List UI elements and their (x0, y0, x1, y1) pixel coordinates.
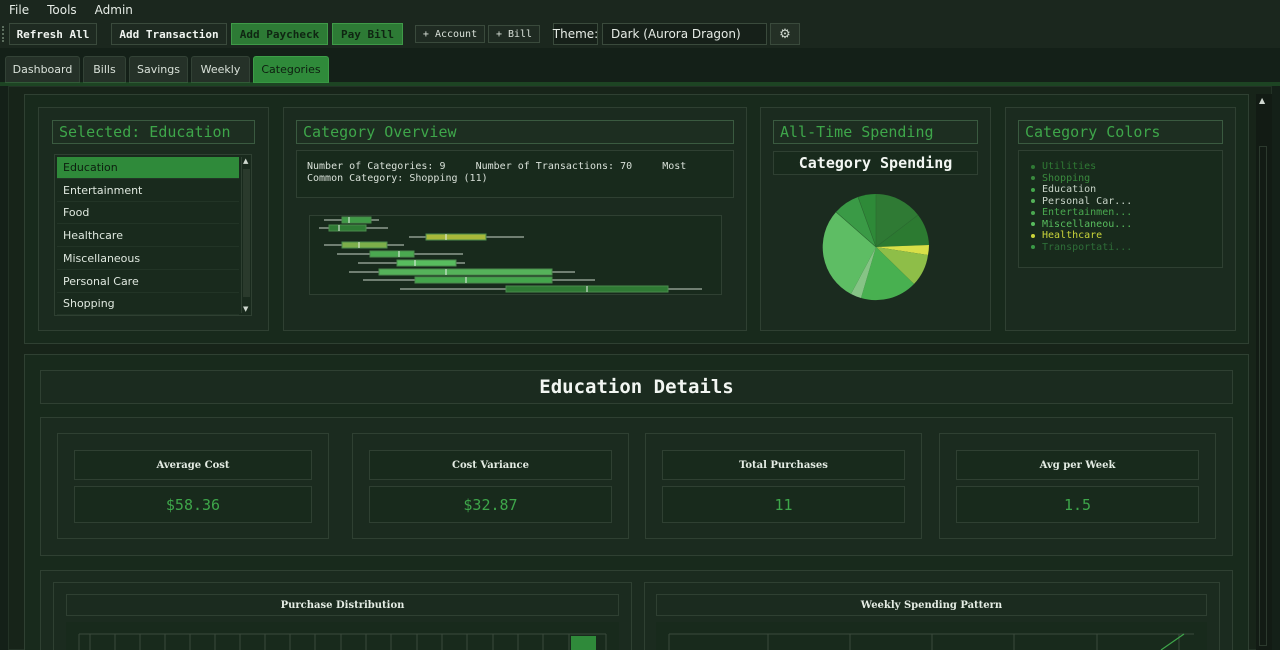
color-dot-icon (1031, 176, 1035, 181)
list-item[interactable]: Personal Care (57, 271, 239, 293)
scroll-up-icon[interactable]: ▲ (1259, 96, 1265, 105)
weekly-pattern-title: Weekly Spending Pattern (656, 594, 1207, 616)
distribution-bar (571, 636, 596, 650)
stat-avg-per-week: Avg per Week 1.5 (939, 433, 1216, 539)
list-scroll-up-icon[interactable]: ▲ (243, 157, 248, 165)
toolbar-grip-icon[interactable] (2, 26, 6, 42)
color-dot-icon (1031, 222, 1035, 227)
theme-label: Theme: (553, 23, 598, 45)
list-item[interactable]: Shopping (57, 293, 239, 315)
theme-select[interactable]: Dark (Aurora Dragon) (602, 23, 767, 45)
stat-value: 11 (662, 486, 905, 523)
list-item[interactable]: Entertainment (57, 180, 239, 202)
gear-icon[interactable]: ⚙ (770, 23, 800, 45)
list-item[interactable]: Healthcare (57, 225, 239, 247)
stat-label: Average Cost (74, 450, 312, 480)
tab-bills[interactable]: Bills (83, 56, 126, 83)
menu-file[interactable]: File (0, 3, 38, 17)
stat-cost-variance: Cost Variance $32.87 (352, 433, 629, 539)
list-item[interactable]: Food (57, 202, 239, 224)
tab-weekly[interactable]: Weekly (191, 56, 250, 83)
stat-label: Avg per Week (956, 450, 1199, 480)
color-dot-icon (1031, 199, 1035, 204)
color-row-miscellaneous: Miscellaneou... (1031, 219, 1222, 231)
purchase-distribution-title: Purchase Distribution (66, 594, 619, 616)
add-bill-button[interactable]: + Bill (488, 25, 540, 43)
overview-title: Category Overview (296, 120, 734, 144)
spending-chart-title: Category Spending (773, 151, 978, 175)
overview-stats: Number of Categories: 9 Number of Transa… (296, 150, 734, 198)
stat-average-cost: Average Cost $58.36 (57, 433, 329, 539)
refresh-all-button[interactable]: Refresh All (9, 23, 97, 45)
spending-pie-chart (822, 193, 929, 301)
list-scroll-down-icon[interactable]: ▼ (243, 305, 248, 313)
stat-label: Total Purchases (662, 450, 905, 480)
stat-value: $32.87 (369, 486, 612, 523)
color-row-healthcare: Healthcare (1031, 230, 1222, 242)
color-row-shopping: Shopping (1031, 173, 1222, 185)
list-item[interactable]: Education (57, 157, 239, 179)
color-row-entertainment: Entertainmen... (1031, 207, 1222, 219)
add-paycheck-button[interactable]: Add Paycheck (231, 23, 328, 45)
details-title: Education Details (40, 370, 1233, 404)
list-item[interactable]: Miscellaneous (57, 248, 239, 270)
category-colors-list: Utilities Shopping Education Personal Ca… (1018, 150, 1223, 268)
color-row-transportation: Transportati... (1031, 242, 1222, 254)
color-dot-icon (1031, 245, 1035, 250)
add-account-button[interactable]: + Account (415, 25, 485, 43)
category-list[interactable]: Education Entertainment Food Healthcare … (54, 154, 252, 316)
colors-title: Category Colors (1018, 120, 1223, 144)
scroll-thumb[interactable] (1259, 146, 1267, 646)
list-scroll-thumb[interactable] (243, 169, 250, 297)
color-row-personal-care: Personal Car... (1031, 196, 1222, 208)
main-scrollbar[interactable]: ▲ (1256, 94, 1272, 650)
color-row-utilities: Utilities (1031, 161, 1222, 173)
pay-bill-button[interactable]: Pay Bill (332, 23, 403, 45)
add-transaction-button[interactable]: Add Transaction (111, 23, 227, 45)
color-dot-icon (1031, 210, 1035, 215)
spending-title: All-Time Spending (773, 120, 978, 144)
stat-value: $58.36 (74, 486, 312, 523)
most-label: Most (662, 161, 687, 172)
color-dot-icon (1031, 233, 1035, 238)
categories-count: Number of Categories: 9 (307, 161, 446, 172)
color-dot-icon (1031, 164, 1035, 169)
list-scrollbar[interactable]: ▲ ▼ (241, 157, 251, 313)
box-plot (309, 215, 722, 295)
selected-title: Selected: Education (52, 120, 255, 144)
stat-label: Cost Variance (369, 450, 612, 480)
tab-categories[interactable]: Categories (253, 56, 329, 83)
color-row-education: Education (1031, 184, 1222, 196)
stat-total-purchases: Total Purchases 11 (645, 433, 922, 539)
purchase-distribution-chart (66, 622, 619, 650)
stat-value: 1.5 (956, 486, 1199, 523)
toolbar: Refresh All Add Transaction Add Paycheck… (0, 20, 1280, 48)
menu-tools[interactable]: Tools (38, 3, 86, 17)
weekly-pattern-chart (656, 622, 1207, 650)
menu-admin[interactable]: Admin (86, 3, 142, 17)
transactions-count: Number of Transactions: 70 (475, 161, 633, 172)
most-common-category: Common Category: Shopping (11) (307, 173, 488, 184)
tab-savings[interactable]: Savings (129, 56, 188, 83)
color-dot-icon (1031, 187, 1035, 192)
tab-dashboard[interactable]: Dashboard (5, 56, 80, 83)
menu-bar: File Tools Admin (0, 0, 1280, 20)
